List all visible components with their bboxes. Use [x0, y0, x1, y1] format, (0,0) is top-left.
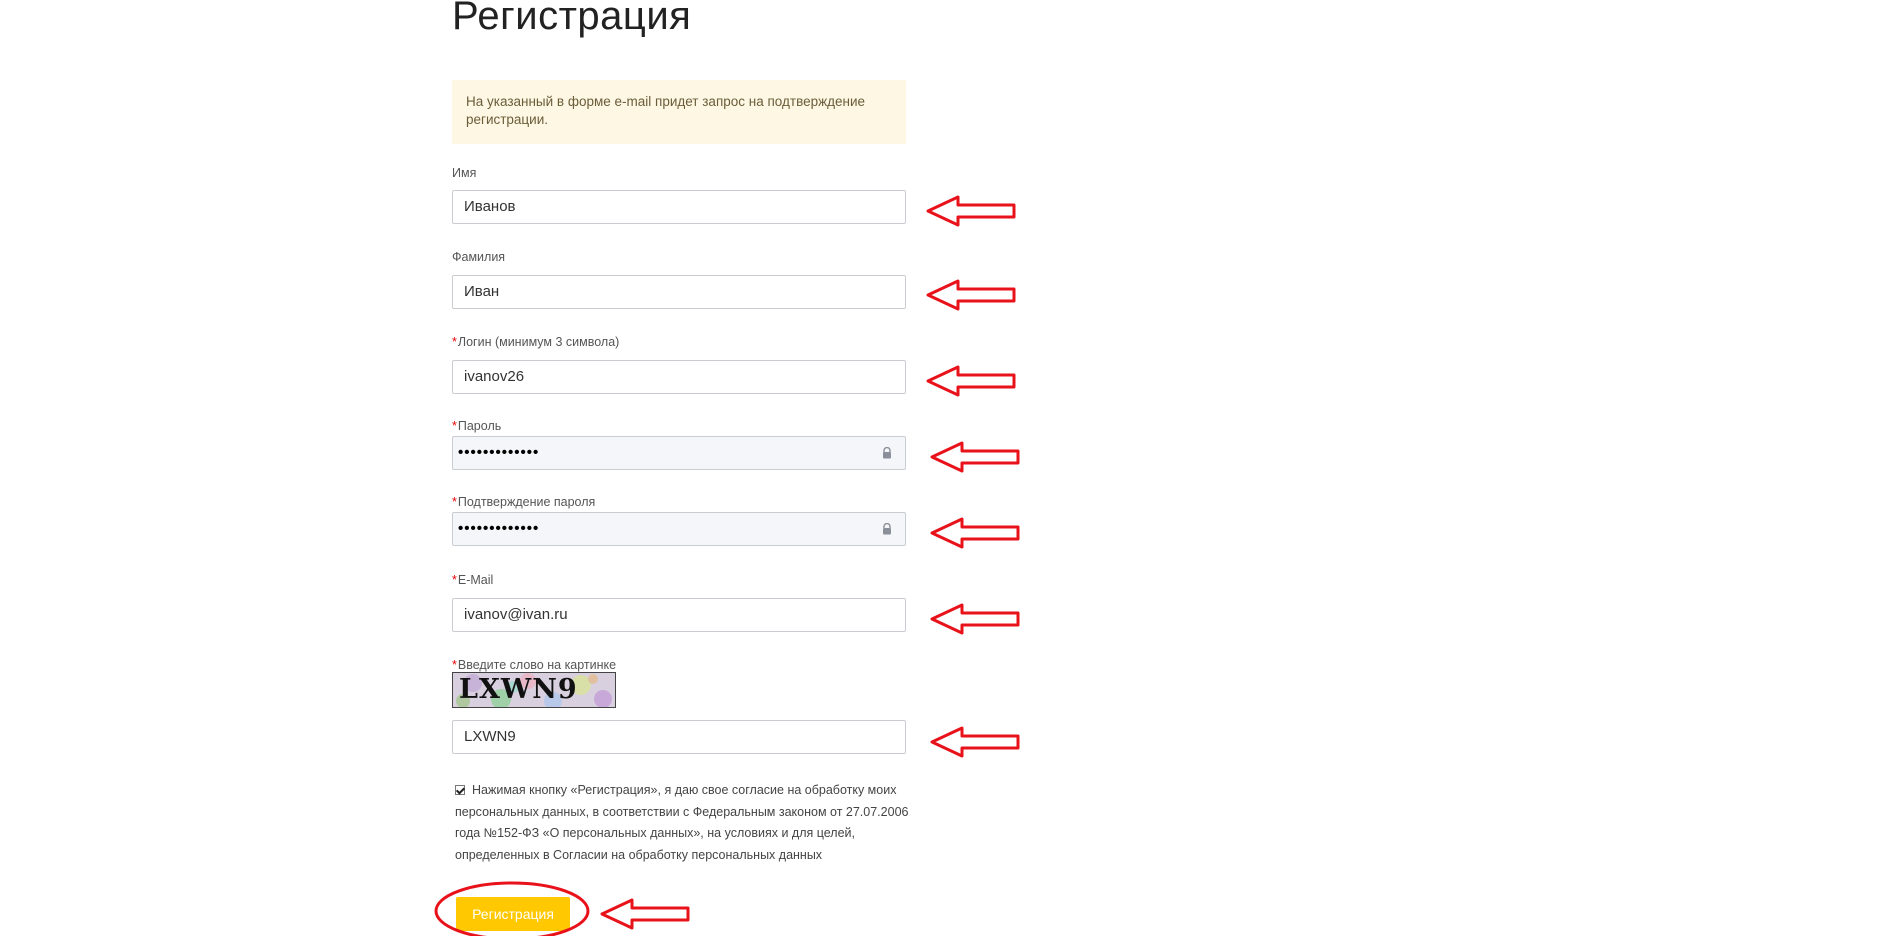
email-input[interactable]: ivanov@ivan.ru [452, 598, 906, 632]
required-mark: * [452, 658, 457, 672]
captcha-word: LXWN9 [459, 674, 578, 705]
annotation-arrow-icon [930, 603, 1020, 635]
consent-checkbox[interactable] [455, 785, 465, 795]
consent-block: Нажимая кнопку «Регистрация», я даю свое… [452, 780, 912, 866]
password-confirm-input[interactable]: ••••••••••••• [452, 512, 906, 546]
required-mark: * [452, 573, 457, 587]
lock-icon [883, 447, 891, 459]
required-mark: * [452, 495, 457, 509]
first-name-input[interactable]: Иванов [452, 190, 906, 224]
registration-page: Регистрация На указанный в форме e-mail … [0, 0, 1903, 936]
last-name-input[interactable]: Иван [452, 275, 906, 309]
annotation-arrow-icon [600, 898, 690, 930]
consent-text: Нажимая кнопку «Регистрация», я даю свое… [455, 783, 909, 862]
annotation-arrow-icon [930, 726, 1020, 758]
annotation-arrow-icon [926, 365, 1016, 397]
last-name-label: Фамилия [452, 250, 506, 264]
lock-icon [883, 523, 891, 535]
captcha-image: LXWN9 [452, 672, 616, 708]
email-label: *E-Mail [452, 573, 494, 587]
password-label: *Пароль [452, 419, 502, 433]
annotation-arrow-icon [926, 279, 1016, 311]
annotation-circle-icon [434, 881, 590, 936]
required-mark: * [452, 419, 457, 433]
annotation-arrow-icon [930, 441, 1020, 473]
captcha-label: *Введите слово на картинке [452, 658, 617, 672]
login-input[interactable]: ivanov26 [452, 360, 906, 394]
annotation-arrow-icon [926, 195, 1016, 227]
page-title: Регистрация [452, 0, 692, 38]
required-mark: * [452, 335, 457, 349]
login-label: *Логин (минимум 3 символа) [452, 335, 620, 349]
first-name-label: Имя [452, 166, 477, 180]
info-notice: На указанный в форме e-mail придет запро… [452, 80, 906, 144]
captcha-input[interactable]: LXWN9 [452, 720, 906, 754]
password-confirm-label: *Подтверждение пароля [452, 495, 596, 509]
password-input[interactable]: ••••••••••••• [452, 436, 906, 470]
annotation-arrow-icon [930, 517, 1020, 549]
